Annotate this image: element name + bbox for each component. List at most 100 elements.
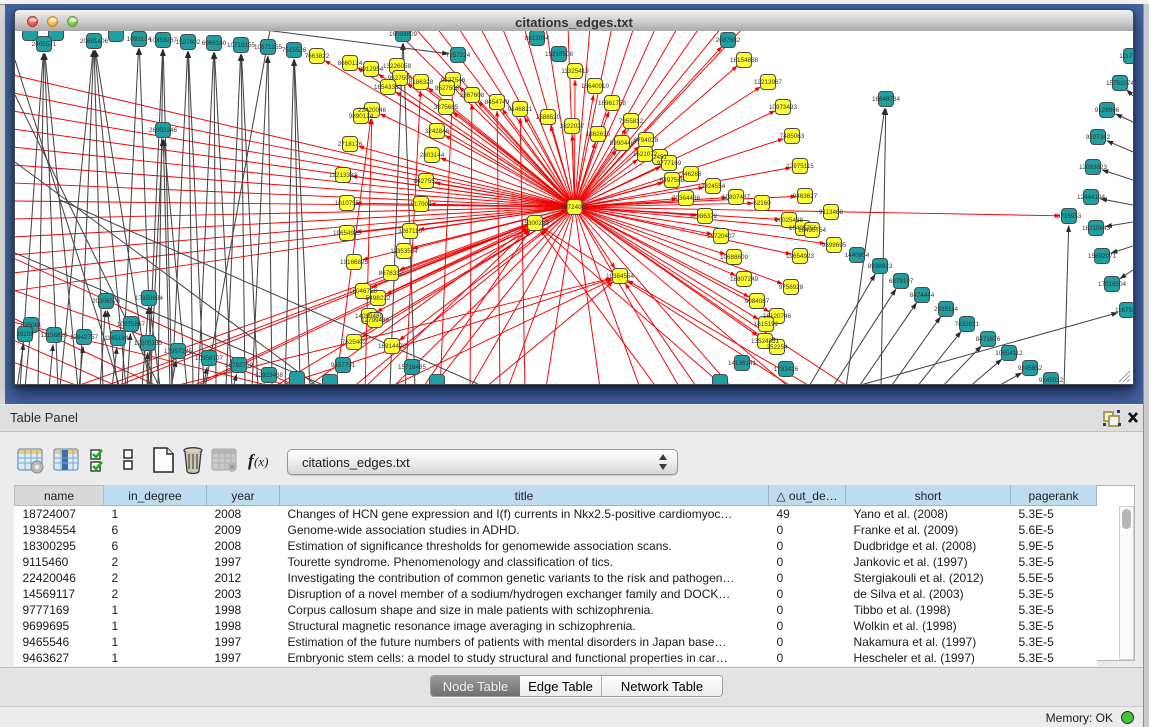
svg-text:1588520: 1588520: [536, 114, 561, 121]
svg-text:8474444: 8474444: [910, 292, 935, 299]
svg-text:17957225: 17957225: [164, 348, 193, 355]
svg-text:10688609: 10688609: [720, 254, 749, 261]
svg-text:8912954: 8912954: [359, 66, 384, 73]
svg-text:7625402: 7625402: [342, 339, 367, 346]
svg-text:13226058: 13226058: [383, 63, 412, 70]
svg-text:9699695: 9699695: [822, 242, 847, 249]
svg-text:9457791: 9457791: [331, 362, 356, 369]
svg-text:7663822: 7663822: [305, 53, 330, 60]
svg-text:7485063: 7485063: [780, 133, 805, 140]
svg-text:12942757: 12942757: [70, 334, 99, 341]
svg-text:8454749: 8454749: [485, 99, 510, 106]
svg-text:6497568: 6497568: [660, 177, 685, 184]
svg-text:18724007: 18724007: [560, 204, 589, 211]
svg-text:252254: 252254: [766, 344, 788, 351]
svg-text:12923468: 12923468: [255, 372, 284, 379]
svg-text:12213383: 12213383: [329, 172, 358, 179]
svg-text:16543382: 16543382: [374, 84, 403, 91]
svg-text:10654112: 10654112: [995, 350, 1023, 357]
svg-text:2935114: 2935114: [934, 306, 959, 313]
svg-text:14136141: 14136141: [728, 360, 757, 367]
svg-text:16210643: 16210643: [1082, 225, 1111, 232]
svg-text:8813054: 8813054: [525, 35, 550, 42]
svg-text:12444194: 12444194: [1077, 194, 1106, 201]
svg-text:3242846: 3242846: [425, 128, 450, 135]
svg-text:62160: 62160: [753, 200, 771, 207]
svg-text:16640910: 16640910: [581, 83, 610, 90]
svg-text:11156829: 11156829: [40, 332, 68, 339]
svg-text:12799489: 12799489: [361, 317, 390, 324]
svg-text:2803144: 2803144: [420, 152, 445, 159]
svg-text:15720407: 15720407: [707, 233, 736, 240]
svg-text:16648784: 16648784: [872, 96, 901, 103]
svg-text:3215953: 3215953: [1057, 213, 1082, 220]
svg-text:19384554: 19384554: [606, 273, 635, 280]
svg-text:12093823: 12093823: [1079, 164, 1108, 171]
svg-text:1527602: 1527602: [176, 39, 201, 46]
svg-text:11451944: 11451944: [104, 335, 132, 342]
svg-text:2867608: 2867608: [460, 92, 485, 99]
svg-text:10025438: 10025438: [775, 217, 804, 224]
svg-text:9527546: 9527546: [441, 77, 466, 84]
svg-text:16046758: 16046758: [349, 288, 378, 295]
svg-text:3822037: 3822037: [560, 123, 585, 130]
svg-text:11353594: 11353594: [390, 248, 418, 255]
svg-text:9463627: 9463627: [793, 193, 818, 200]
svg-text:16154838: 16154838: [730, 57, 759, 64]
svg-text:10719155: 10719155: [227, 42, 256, 49]
svg-text:2087682: 2087682: [716, 37, 741, 44]
svg-text:9527508: 9527508: [435, 85, 460, 92]
svg-text:6794028: 6794028: [634, 137, 659, 144]
svg-text:16961758: 16961758: [598, 100, 627, 107]
svg-text:8427552: 8427552: [414, 178, 439, 185]
svg-text:9245012: 9245012: [1039, 377, 1064, 384]
svg-text:746266: 746266: [680, 171, 702, 178]
svg-text:6879197: 6879197: [889, 278, 914, 285]
svg-text:1010755: 1010755: [335, 200, 360, 207]
svg-text:9084067: 9084067: [745, 298, 770, 305]
svg-text:1440954: 1440954: [845, 252, 870, 259]
svg-text:15716485: 15716485: [398, 364, 427, 371]
svg-text:7986372: 7986372: [693, 213, 718, 220]
svg-text:9777169: 9777169: [657, 160, 682, 167]
svg-text:7955812: 7955812: [619, 118, 644, 125]
svg-text:9129966: 9129966: [1095, 107, 1120, 114]
svg-text:9227342: 9227342: [1086, 134, 1111, 141]
svg-text:1117714: 1117714: [1119, 53, 1133, 60]
svg-text:26053346: 26053346: [149, 127, 178, 134]
svg-text:9113468: 9113468: [819, 209, 844, 216]
svg-text:20206576: 20206576: [92, 298, 121, 305]
svg-text:10807487: 10807487: [722, 194, 751, 201]
svg-text:7515526: 7515526: [282, 47, 307, 54]
svg-text:9245652: 9245652: [1018, 365, 1043, 372]
svg-text:16120746: 16120746: [763, 313, 792, 320]
svg-text:2405571: 2405571: [32, 41, 57, 48]
svg-text:11325419: 11325419: [561, 68, 589, 75]
svg-text:1167533: 1167533: [1115, 307, 1133, 314]
svg-text:8186328: 8186328: [409, 79, 434, 86]
svg-text:9890124: 9890124: [349, 113, 374, 120]
svg-text:16782759: 16782759: [225, 362, 254, 369]
svg-text:10958107: 10958107: [195, 355, 224, 362]
svg-text:1733426: 1733426: [774, 366, 799, 373]
svg-text:835061: 835061: [20, 322, 42, 329]
svg-text:17016504: 17016504: [1098, 281, 1127, 288]
svg-text:7357224: 7357224: [446, 52, 471, 59]
svg-text:3875685: 3875685: [434, 104, 459, 111]
svg-text:10973493: 10973493: [769, 104, 798, 111]
svg-text:9146821: 9146821: [508, 106, 533, 113]
svg-text:6966160: 6966160: [202, 40, 227, 47]
svg-text:12975115: 12975115: [786, 163, 814, 170]
svg-text:7632621: 7632621: [955, 321, 980, 328]
svg-text:15692971: 15692971: [1088, 253, 1117, 260]
svg-text:20691406: 20691406: [80, 38, 109, 45]
svg-text:8990448: 8990448: [610, 140, 635, 147]
svg-text:19218506: 19218506: [545, 51, 574, 58]
svg-text:16914479: 16914479: [378, 343, 407, 350]
svg-text:3824554: 3824554: [701, 183, 726, 190]
svg-text:39159: 39159: [16, 331, 34, 338]
svg-text:19654923: 19654923: [786, 253, 815, 260]
svg-text:917004: 917004: [410, 201, 432, 208]
svg-text:1362615: 1362615: [586, 131, 611, 138]
svg-text:12213967: 12213967: [754, 79, 783, 86]
